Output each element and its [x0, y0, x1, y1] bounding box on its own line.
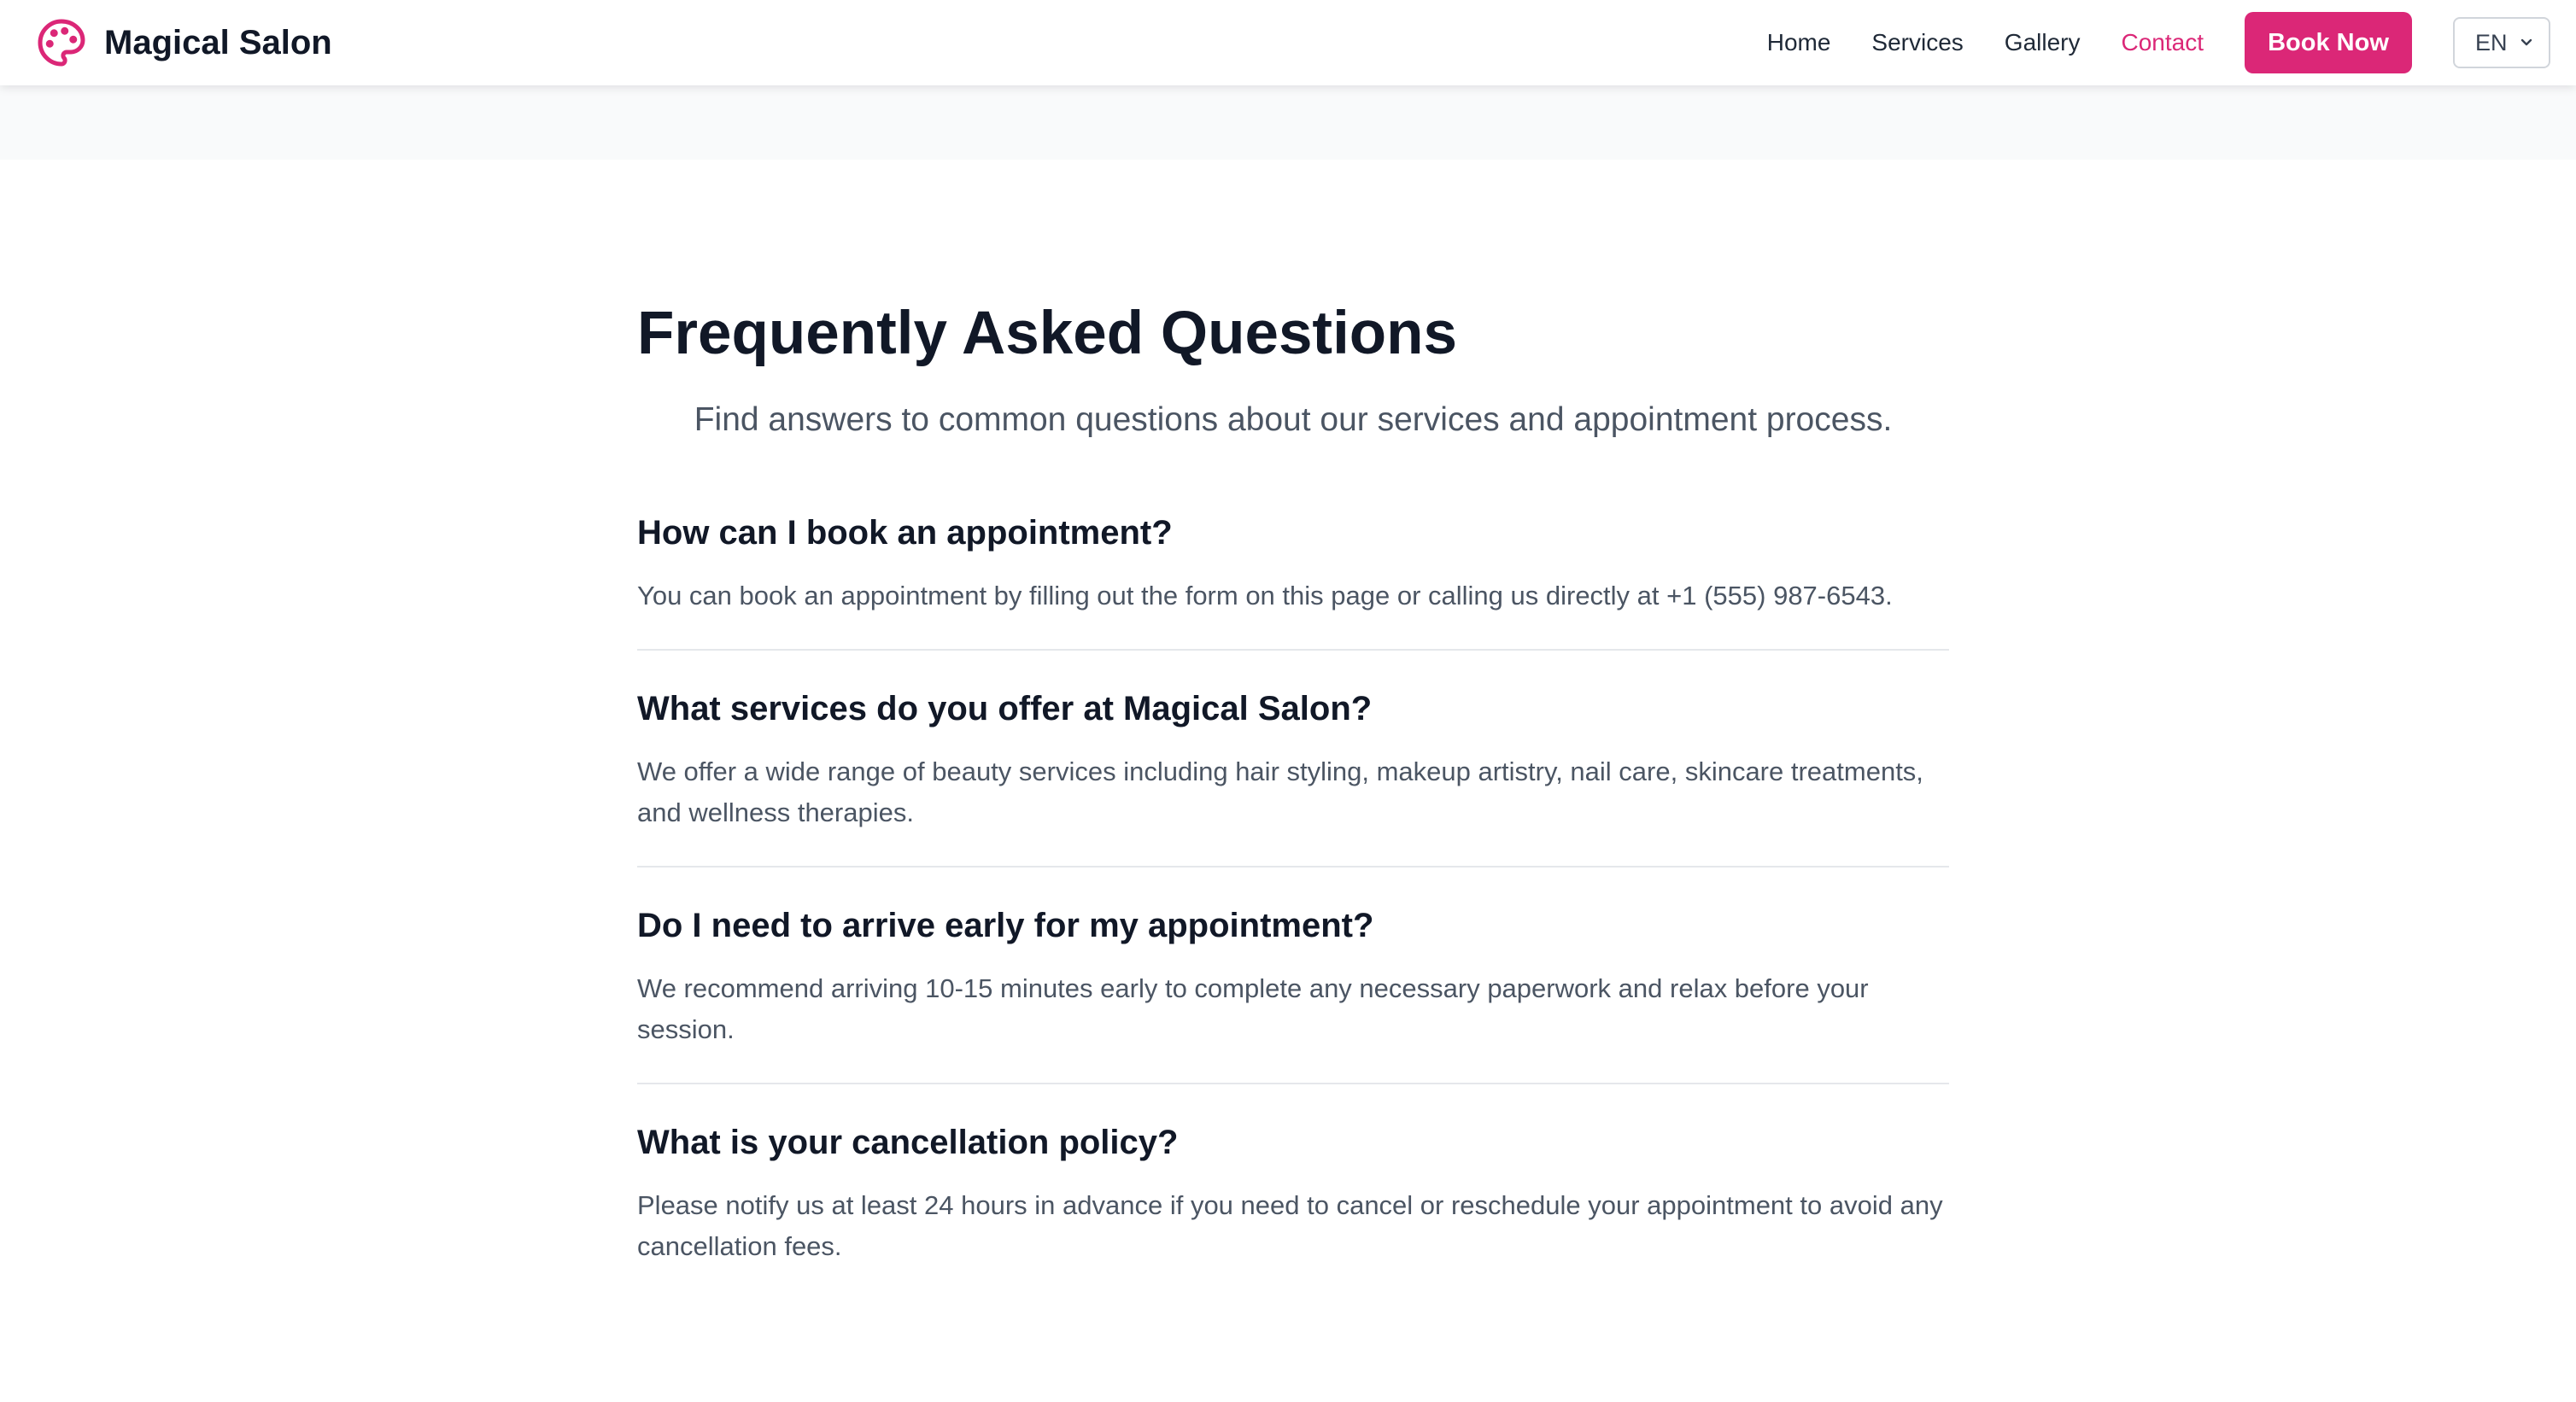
hero-band: [0, 85, 2576, 160]
faq-question: Do I need to arrive early for my appoint…: [637, 907, 1374, 944]
book-now-button[interactable]: Book Now: [2245, 12, 2412, 73]
main-nav: Home Services Gallery Contact Book Now E…: [1767, 0, 2576, 85]
nav-home[interactable]: Home: [1767, 29, 1831, 56]
faq-answer: We recommend arriving 10-15 minutes earl…: [637, 973, 1869, 1044]
faq-answer: We offer a wide range of beauty services…: [637, 756, 1923, 827]
nav-contact[interactable]: Contact: [2122, 29, 2204, 56]
nav-gallery[interactable]: Gallery: [2005, 29, 2081, 56]
chevron-down-icon: [2520, 38, 2532, 46]
nav-services[interactable]: Services: [1871, 29, 1963, 56]
faq-item: What is your cancellation policy? Please…: [637, 1120, 1949, 1300]
faq-section: Frequently Asked Questions Find answers …: [637, 282, 1949, 1335]
faq-question: What is your cancellation policy?: [637, 1124, 1179, 1161]
faq-item: How can I book an appointment? You can b…: [637, 511, 1949, 651]
site-header: Magical Salon Home Services Gallery Cont…: [0, 0, 2576, 85]
faq-question: What services do you offer at Magical Sa…: [637, 690, 1373, 727]
palette-icon: [38, 19, 85, 67]
brand-logo[interactable]: Magical Salon: [36, 15, 332, 70]
faq-list: How can I book an appointment? You can b…: [637, 511, 1949, 1300]
faq-item: What services do you offer at Magical Sa…: [637, 686, 1949, 867]
faq-answer: Please notify us at least 24 hours in ad…: [637, 1190, 1943, 1261]
language-value: EN: [2475, 29, 2508, 55]
language-select[interactable]: EN: [2453, 17, 2550, 68]
faq-title: Frequently Asked Questions: [637, 300, 1458, 367]
brand-name: Magical Salon: [104, 23, 332, 61]
faq-answer: You can book an appointment by filling o…: [637, 581, 1893, 610]
faq-question: How can I book an appointment?: [637, 514, 1173, 552]
faq-item: Do I need to arrive early for my appoint…: [637, 903, 1949, 1084]
faq-subtitle: Find answers to common questions about o…: [694, 401, 1893, 438]
